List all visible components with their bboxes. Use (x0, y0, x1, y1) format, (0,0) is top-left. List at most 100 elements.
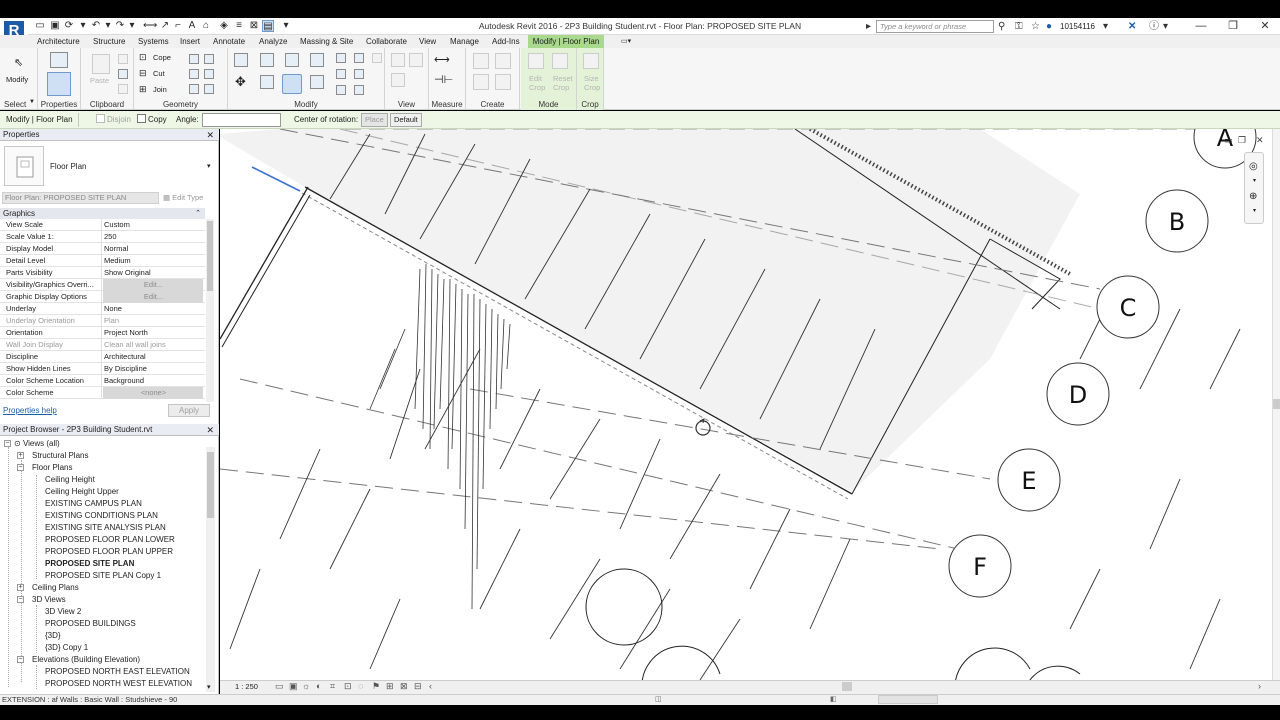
unpin-icon[interactable] (354, 69, 364, 79)
subscription-icon[interactable]: ⚿ (1015, 20, 1023, 33)
tree-node[interactable]: 3D View 2 (45, 606, 81, 618)
join-icon[interactable]: ⊞ (139, 84, 147, 95)
crop-view-icon[interactable]: ⌗ (330, 681, 335, 692)
structural-plans-expand-icon[interactable]: + (17, 452, 24, 459)
temporary-hide-icon[interactable]: ◌ (358, 681, 363, 691)
navigation-bar[interactable]: ◎ ▾ ⊕ ▾ (1244, 152, 1264, 224)
prop-value[interactable]: Custom (103, 219, 203, 231)
show-crop-icon[interactable]: ⊡ (344, 681, 352, 692)
view-close-icon[interactable]: ✕ (1256, 136, 1264, 146)
browser-scroll-thumb[interactable] (207, 452, 214, 518)
tab-insert[interactable]: Insert (180, 35, 200, 48)
shadows-icon[interactable]: ◐ (316, 681, 321, 691)
sync-caret-icon[interactable]: ▾ (77, 20, 89, 32)
angle-input[interactable] (202, 113, 281, 127)
reveal-hidden-icon[interactable]: ⚑ (372, 681, 380, 692)
cut-icon[interactable]: ⊟ (139, 68, 147, 79)
tab-collaborate[interactable]: Collaborate (366, 35, 407, 48)
color-scheme-button[interactable]: <none> (103, 387, 203, 399)
minimize-icon[interactable]: — (1186, 18, 1216, 35)
tab-massing-site[interactable]: Massing & Site (300, 35, 353, 48)
search-icon[interactable]: ⚲ (998, 20, 1005, 33)
close-window-icon[interactable]: ✕ (1250, 18, 1280, 35)
prop-row[interactable]: Display Model Normal (0, 243, 205, 255)
prop-row[interactable]: Show Hidden Lines By Discipline (0, 363, 205, 375)
redo-icon[interactable]: ↷ (114, 20, 126, 32)
canvas-scroll-thumb[interactable] (1273, 399, 1280, 409)
prop-value[interactable]: Architectural (103, 351, 203, 363)
prop-value[interactable]: Background (103, 375, 203, 387)
undo-icon[interactable]: ↶ (90, 20, 102, 32)
align-icon[interactable] (234, 53, 248, 67)
elevations-collapse-icon[interactable]: − (17, 656, 24, 663)
analytical-model-icon[interactable]: ⊞ (386, 681, 394, 692)
tree-symbol[interactable] (585, 568, 663, 646)
prop-row[interactable]: Underlay None (0, 303, 205, 315)
favorites-star-icon[interactable]: ☆ (1031, 20, 1040, 33)
visual-style-icon[interactable]: ▣ (289, 681, 298, 692)
cope-icon[interactable]: ⊡ (139, 52, 147, 63)
close-browser-icon[interactable]: ✕ (206, 424, 214, 436)
wall-line[interactable] (220, 186, 309, 340)
help-icon[interactable]: ⓘ (1149, 20, 1159, 33)
split-face-icon[interactable] (204, 54, 214, 64)
tab-modify-floor-plan[interactable]: Modify | Floor Plan (528, 35, 604, 48)
zoom-icon[interactable]: ⊕ (1249, 191, 1257, 202)
dimension-icon[interactable]: ↗ (159, 20, 171, 32)
search-input[interactable]: Type a keyword or phrase (876, 20, 994, 33)
type-selector[interactable]: Floor Plan (50, 162, 86, 171)
rotate-icon[interactable] (282, 74, 302, 94)
prop-value[interactable]: None (103, 303, 203, 315)
user-caret-icon[interactable]: ▾ (1103, 20, 1108, 33)
ribbon-toggle-icon[interactable]: ▭▾ (621, 35, 631, 48)
view-restore-icon[interactable]: ❐ (1238, 136, 1246, 146)
thin-lines-icon[interactable]: ≡ (233, 20, 245, 32)
view-window-controls[interactable]: ▭ ❐ ✕ (1224, 136, 1264, 146)
tree-node[interactable]: Ceiling Height (45, 474, 95, 486)
active-model-select[interactable] (878, 695, 938, 704)
detail-level-icon[interactable]: ▭ (275, 681, 284, 692)
worksets-icon[interactable]: ◫ (655, 695, 662, 703)
view-scale-button[interactable]: 1 : 250 (235, 682, 258, 691)
close-hidden-icon[interactable]: ⊠ (248, 20, 260, 32)
instance-filter-select[interactable]: Floor Plan: PROPOSED SITE PLAN (2, 192, 159, 204)
reveal-constraints-icon[interactable]: ⊟ (414, 681, 422, 692)
tree-node-ceiling-plans[interactable]: Ceiling Plans (32, 582, 79, 594)
site-plan-drawing[interactable]: A B C D E F ▭ ❐ ✕ (220, 129, 1272, 680)
join-geometry-icon[interactable] (189, 84, 199, 94)
visibility-graphics-edit-button[interactable]: Edit... (103, 279, 203, 291)
tab-architecture[interactable]: Architecture (37, 35, 80, 48)
prop-row[interactable]: Color Scheme Location Background (0, 375, 205, 387)
modify-button[interactable]: Modify (6, 75, 28, 84)
copy-check-icon[interactable] (137, 114, 146, 123)
help-caret-icon[interactable]: ▾ (1163, 20, 1168, 33)
tree-node[interactable]: PROPOSED NORTH WEST ELEVATION (45, 678, 192, 690)
tree-node[interactable]: PROPOSED NORTH EAST ELEVATION (45, 666, 190, 678)
design-options-icon[interactable]: ◧ (830, 695, 837, 703)
tab-structure[interactable]: Structure (93, 35, 125, 48)
measure-tool-icon[interactable]: ⟷ (434, 53, 450, 66)
tag-icon[interactable]: ⌐ (172, 20, 184, 32)
split-icon[interactable] (336, 53, 346, 63)
move-icon[interactable]: ✥ (235, 74, 246, 90)
scale-icon[interactable] (336, 69, 346, 79)
offset-icon[interactable] (260, 53, 274, 67)
sync-icon[interactable]: ⟳ (63, 20, 75, 32)
properties-help-link[interactable]: Properties help (3, 406, 57, 415)
tree-node[interactable]: PROPOSED FLOOR PLAN UPPER (45, 546, 173, 558)
search-expand-icon[interactable]: ▸ (866, 20, 871, 33)
prop-row[interactable]: Orientation Project North (0, 327, 205, 339)
sun-path-icon[interactable]: ☼ (302, 681, 310, 691)
prop-row[interactable]: Scale Value 1: 250 (0, 231, 205, 243)
view-minimize-icon[interactable]: ▭ (1224, 136, 1233, 146)
pin-icon[interactable] (354, 85, 364, 95)
switch-windows-icon[interactable]: ▤ (262, 20, 274, 32)
tree-node-structural-plans[interactable]: Structural Plans (32, 450, 88, 462)
prop-value[interactable]: Normal (103, 243, 203, 255)
tree-node-views-all[interactable]: ⊙ Views (all) (14, 438, 60, 450)
prop-value[interactable]: 250 (103, 231, 203, 243)
properties-scroll-thumb[interactable] (207, 221, 213, 291)
prop-row[interactable]: Graphic Display Options Edit... (0, 291, 205, 303)
text-icon[interactable]: A (186, 20, 198, 32)
measure-icon[interactable]: ⟷ (143, 20, 157, 32)
